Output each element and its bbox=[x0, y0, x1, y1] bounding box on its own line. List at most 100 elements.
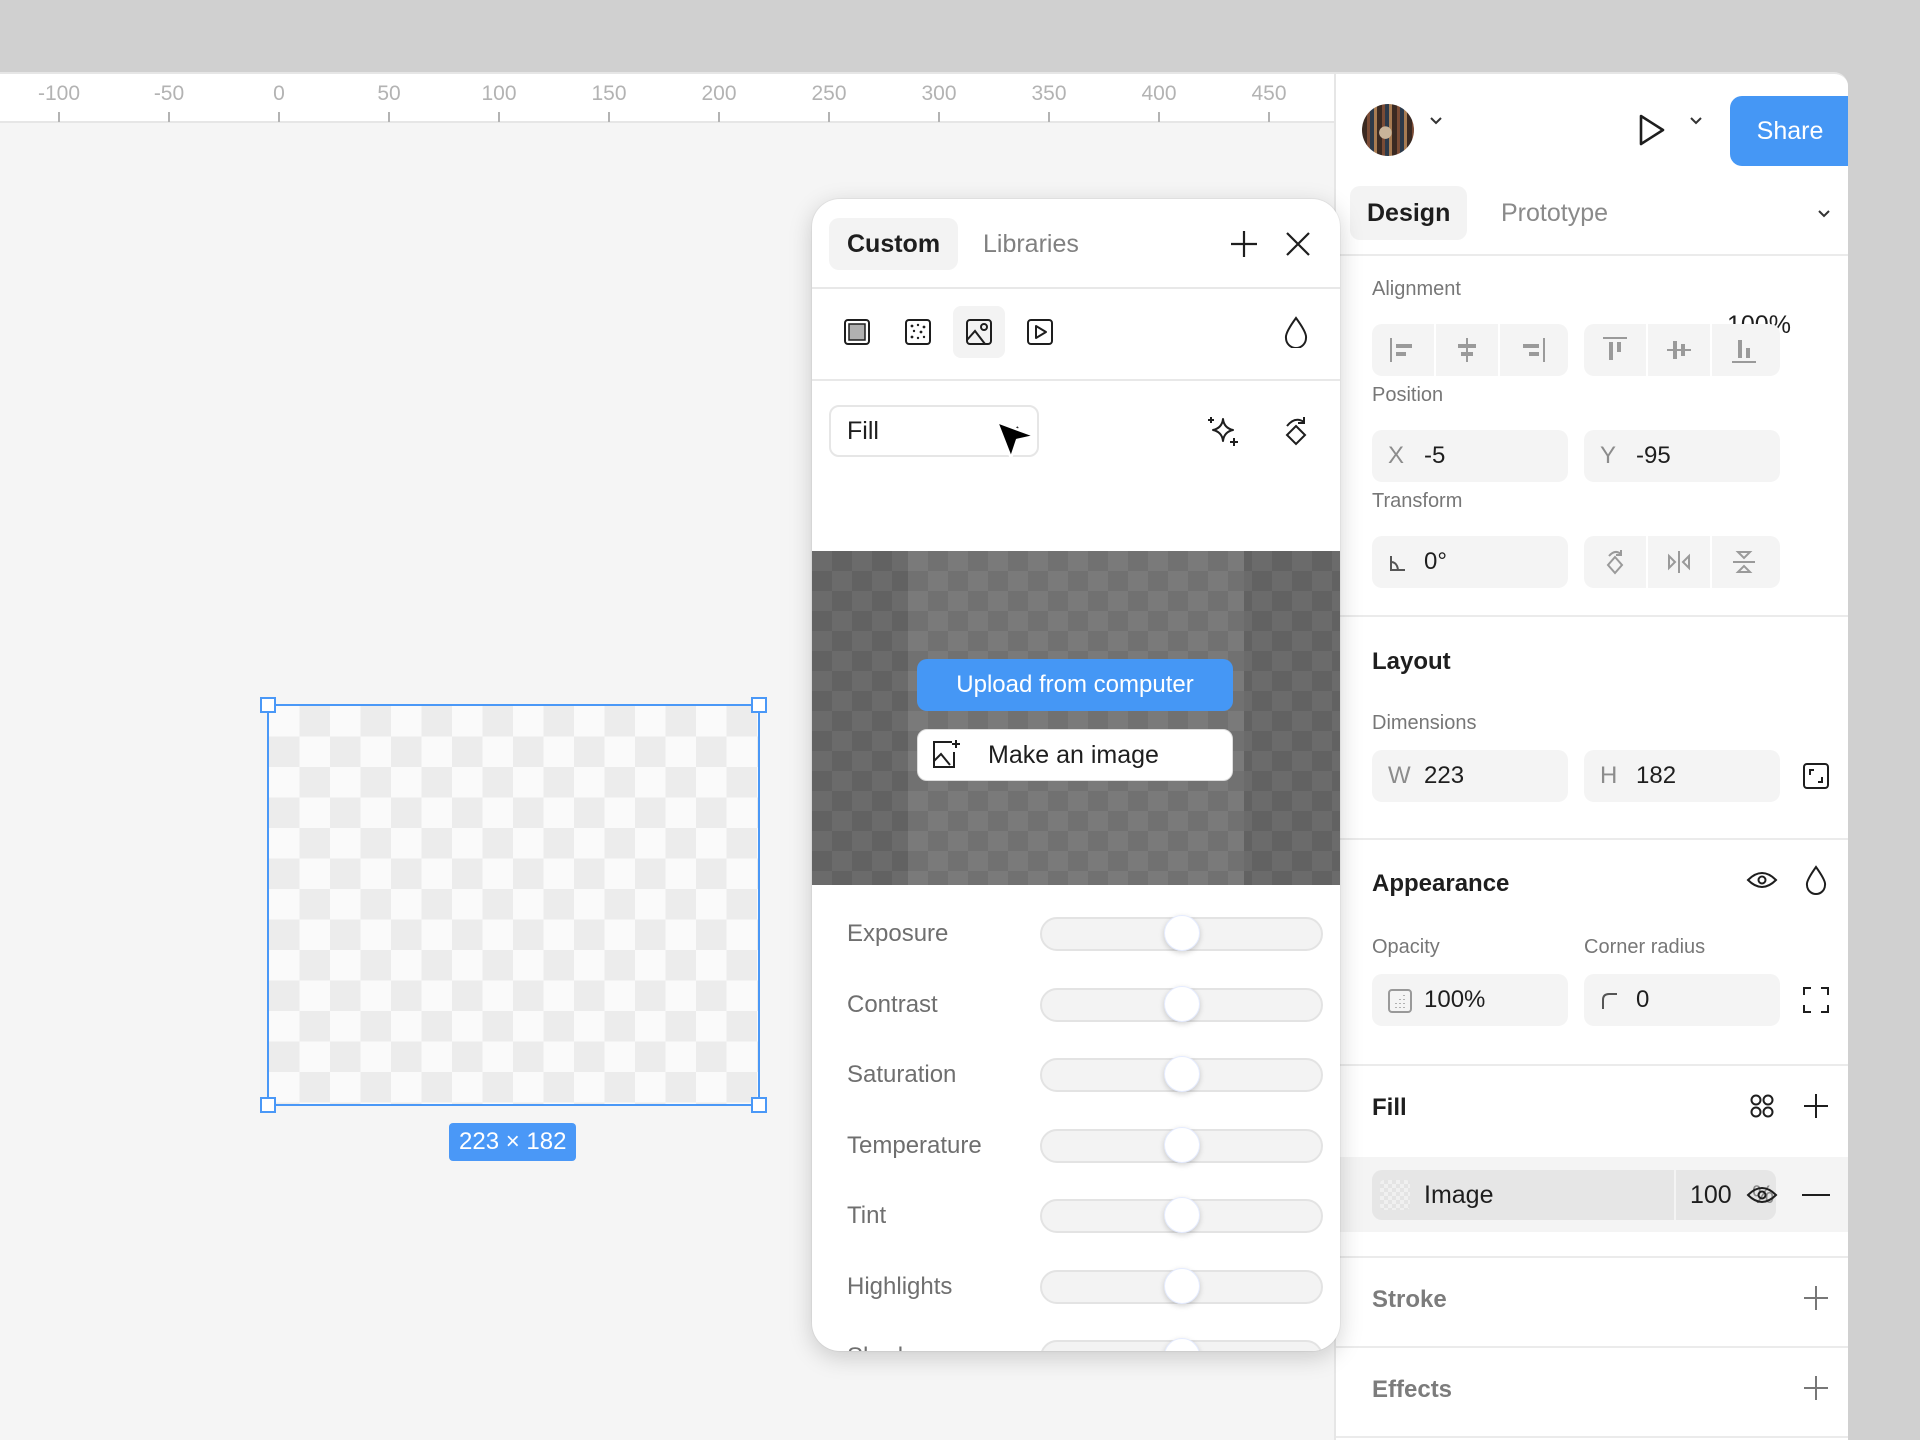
resize-icon bbox=[1803, 763, 1829, 789]
ruler-tick-label: 350 bbox=[1031, 82, 1067, 105]
align-top-icon bbox=[1603, 337, 1627, 360]
tab-custom[interactable]: Custom bbox=[829, 218, 959, 270]
remove-fill-button[interactable] bbox=[1798, 1177, 1834, 1213]
ruler-tick-label: 50 bbox=[377, 82, 401, 105]
divider bbox=[1336, 1256, 1848, 1258]
tab-prototype[interactable]: Prototype bbox=[1484, 186, 1625, 240]
slider-thumb[interactable] bbox=[1163, 985, 1200, 1022]
fill-type-gradient[interactable] bbox=[892, 306, 944, 358]
ruler-tick-mark bbox=[168, 112, 170, 122]
align-bottom-button[interactable] bbox=[1712, 324, 1776, 376]
adjustment-label: Temperature bbox=[847, 1131, 982, 1159]
slider-thumb[interactable] bbox=[1163, 1338, 1200, 1351]
tint-slider[interactable] bbox=[1040, 1197, 1323, 1233]
exposure-slider[interactable] bbox=[1040, 915, 1323, 951]
ruler-tick-mark bbox=[1268, 112, 1270, 122]
adjustment-row-temperature: Temperature bbox=[812, 1116, 1340, 1176]
rotate-90-button[interactable] bbox=[1584, 536, 1648, 588]
rotation-value: 0° bbox=[1424, 548, 1447, 575]
eye-icon bbox=[1746, 872, 1778, 888]
resize-to-fit-button[interactable] bbox=[1798, 758, 1834, 794]
ruler-tick-mark bbox=[278, 112, 280, 122]
width-field[interactable]: W 223 bbox=[1372, 750, 1568, 802]
resize-handle-bottom-right[interactable] bbox=[751, 1097, 767, 1113]
resize-handle-bottom-left[interactable] bbox=[260, 1097, 276, 1113]
contrast-slider[interactable] bbox=[1040, 985, 1323, 1022]
droplet-icon bbox=[1284, 316, 1308, 348]
fill-title: Fill bbox=[1372, 1094, 1407, 1121]
tab-design[interactable]: Design bbox=[1350, 186, 1468, 240]
independent-corners-button[interactable] bbox=[1798, 982, 1834, 1018]
ruler-tick: 100 bbox=[469, 74, 529, 122]
shadows-slider[interactable] bbox=[1040, 1338, 1323, 1351]
minus-icon bbox=[1802, 1194, 1830, 1196]
y-position-field[interactable]: Y -95 bbox=[1584, 430, 1780, 482]
stroke-title: Stroke bbox=[1372, 1286, 1447, 1313]
fill-type-label: Image bbox=[1424, 1181, 1494, 1209]
chevron-down-icon[interactable] bbox=[1816, 205, 1832, 226]
ruler-tick-mark bbox=[58, 112, 60, 122]
user-avatar[interactable] bbox=[1362, 104, 1414, 156]
ruler-tick: 300 bbox=[909, 74, 969, 122]
resize-handle-top-right[interactable] bbox=[751, 697, 767, 713]
rotate-image-button[interactable] bbox=[1278, 413, 1314, 449]
video-icon bbox=[1027, 319, 1053, 345]
temperature-slider[interactable] bbox=[1040, 1126, 1323, 1163]
align-horizontal-center-icon bbox=[1458, 338, 1476, 362]
blend-mode-button[interactable] bbox=[1798, 862, 1834, 898]
slider-thumb[interactable] bbox=[1163, 1056, 1200, 1092]
opacity-icon bbox=[1388, 974, 1412, 1026]
height-field[interactable]: H 182 bbox=[1584, 750, 1780, 802]
upload-from-computer-button[interactable]: Upload from computer bbox=[917, 659, 1233, 711]
slider-thumb[interactable] bbox=[1163, 1126, 1200, 1163]
add-fill-button[interactable] bbox=[1798, 1088, 1834, 1124]
rotation-field[interactable]: 0° bbox=[1372, 536, 1568, 588]
align-right-button[interactable] bbox=[1500, 324, 1564, 376]
ruler-tick-label: 200 bbox=[701, 82, 737, 105]
align-left-button[interactable] bbox=[1372, 324, 1436, 376]
ruler-tick-mark bbox=[388, 112, 390, 122]
opacity-field[interactable]: 100% bbox=[1372, 974, 1568, 1026]
align-center-v-button[interactable] bbox=[1648, 324, 1712, 376]
share-button[interactable]: Share bbox=[1730, 96, 1848, 166]
alignment-label: Alignment bbox=[1372, 278, 1461, 300]
ai-enhance-button[interactable] bbox=[1206, 413, 1242, 449]
x-position-field[interactable]: X -5 bbox=[1372, 430, 1568, 482]
saturation-slider[interactable] bbox=[1040, 1056, 1323, 1092]
slider-thumb[interactable] bbox=[1163, 1267, 1200, 1304]
close-button[interactable] bbox=[1280, 226, 1316, 262]
chevron-down-icon[interactable] bbox=[1428, 112, 1444, 133]
tab-libraries[interactable]: Libraries bbox=[965, 218, 1097, 270]
panel-tabs: Design Prototype 100% bbox=[1336, 186, 1848, 339]
image-preview-area bbox=[908, 551, 1244, 885]
styles-button[interactable] bbox=[1744, 1088, 1780, 1124]
slider-thumb[interactable] bbox=[1163, 1197, 1200, 1233]
fill-type-image[interactable] bbox=[953, 306, 1005, 358]
flip-vertical-button[interactable] bbox=[1712, 536, 1776, 588]
play-icon[interactable] bbox=[1633, 112, 1669, 153]
fill-type-video[interactable] bbox=[1014, 306, 1066, 358]
resize-handle-top-left[interactable] bbox=[260, 697, 276, 713]
chevron-down-icon[interactable] bbox=[1688, 112, 1704, 133]
slider-thumb[interactable] bbox=[1163, 915, 1200, 951]
selected-image-frame[interactable] bbox=[260, 697, 767, 1113]
flip-horizontal-button[interactable] bbox=[1648, 536, 1712, 588]
adjustment-label: Contrast bbox=[847, 990, 938, 1018]
fill-type-chip[interactable]: Image bbox=[1372, 1170, 1674, 1220]
adjustment-label: Tint bbox=[847, 1202, 887, 1229]
make-an-image-button[interactable]: Make an image bbox=[917, 729, 1233, 781]
fill-type-solid[interactable] bbox=[831, 306, 883, 358]
adjustment-label: Exposure bbox=[847, 920, 949, 947]
image-swatch[interactable] bbox=[1380, 1180, 1410, 1210]
highlights-slider[interactable] bbox=[1040, 1267, 1323, 1304]
fill-visibility-toggle[interactable] bbox=[1744, 1177, 1780, 1213]
add-effect-button[interactable] bbox=[1798, 1370, 1834, 1406]
align-center-h-button[interactable] bbox=[1436, 324, 1500, 376]
align-top-button[interactable] bbox=[1584, 324, 1648, 376]
add-style-button[interactable] bbox=[1226, 226, 1262, 262]
add-stroke-button[interactable] bbox=[1798, 1280, 1834, 1316]
visibility-toggle[interactable] bbox=[1744, 862, 1780, 898]
ruler-tick: 150 bbox=[579, 74, 639, 122]
corner-radius-field[interactable]: 0 bbox=[1584, 974, 1780, 1026]
blend-mode-button[interactable] bbox=[1278, 314, 1314, 350]
